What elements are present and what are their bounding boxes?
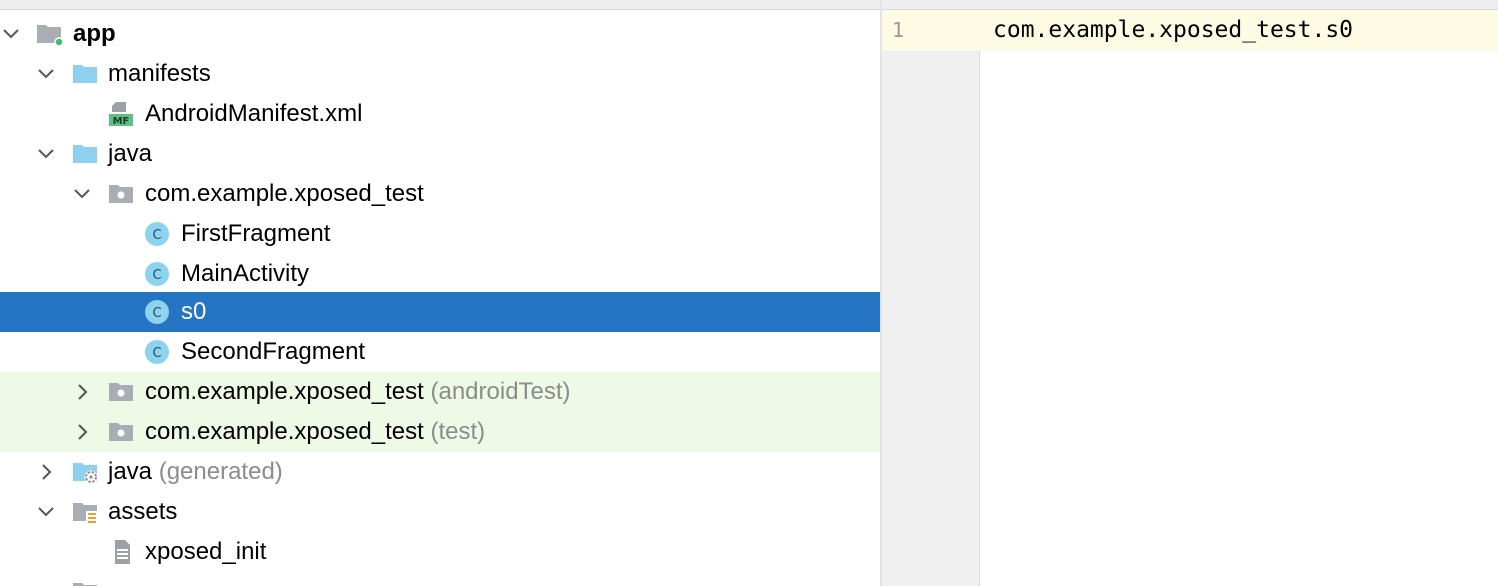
editor-gutter (882, 10, 980, 586)
project-tree[interactable]: app manifests MF AndroidManifest.xml jav… (0, 10, 880, 586)
chevron-right-icon[interactable] (33, 452, 59, 492)
tree-row-s0[interactable]: C s0 (0, 292, 880, 332)
svg-text:C: C (152, 268, 161, 283)
tree-row-package-androidtest[interactable]: com.example.xposed_test (androidTest) (0, 372, 880, 412)
tree-row-package-main[interactable]: com.example.xposed_test (0, 174, 880, 214)
chevron-down-icon[interactable] (33, 54, 59, 94)
tree-row-package-test[interactable]: com.example.xposed_test (test) (0, 412, 880, 452)
chevron-down-icon[interactable] (0, 14, 24, 54)
class-icon: C (144, 339, 170, 365)
tree-row-xposed-init[interactable]: xposed_init (0, 532, 880, 572)
line-number: 1 (892, 18, 905, 42)
chevron-down-icon[interactable] (33, 134, 59, 174)
tree-row-label: com.example.xposed_test (145, 180, 424, 207)
class-icon: C (144, 261, 170, 287)
tree-row-label: manifests (108, 60, 211, 87)
svg-text:MF: MF (113, 116, 130, 127)
tree-row-java[interactable]: java (0, 134, 880, 174)
tree-row-java-generated[interactable]: java (generated) (0, 452, 880, 492)
package-icon (108, 379, 134, 405)
top-toolbar-strip (0, 0, 1498, 10)
tree-row-manifests[interactable]: manifests (0, 54, 880, 94)
tree-row-label: s0 (181, 298, 207, 325)
chevron-right-icon[interactable] (69, 412, 95, 452)
package-icon (108, 419, 134, 445)
tree-row-label: xposed_init (145, 538, 267, 565)
tree-row-label: AndroidManifest.xml (145, 100, 363, 127)
chevron-down-icon[interactable] (33, 572, 59, 586)
tree-row-label: assets (108, 498, 178, 525)
package-icon (108, 181, 134, 207)
tree-row-label: java (108, 140, 153, 167)
text-file-icon (108, 539, 134, 565)
folder-icon (72, 61, 98, 87)
svg-text:C: C (152, 346, 161, 361)
tree-row-label: com.example.xposed_test (test) (145, 418, 486, 445)
svg-text:C: C (152, 306, 161, 321)
generated-folder-icon (72, 459, 98, 485)
tree-row-secondfragment[interactable]: C SecondFragment (0, 332, 880, 372)
class-icon: C (144, 299, 170, 325)
class-icon: C (144, 221, 170, 247)
module-folder-icon (36, 21, 64, 47)
tree-row-label: MainActivity (181, 260, 310, 287)
tree-row-label: com.example.xposed_test (androidTest) (145, 378, 571, 405)
tree-row-partial[interactable] (0, 572, 880, 586)
tree-row-androidmanifest[interactable]: MF AndroidManifest.xml (0, 94, 880, 134)
chevron-right-icon[interactable] (69, 372, 95, 412)
tree-row-app[interactable]: app (0, 14, 880, 54)
tree-row-assets[interactable]: assets (0, 492, 880, 532)
chevron-down-icon[interactable] (69, 174, 95, 214)
tree-row-firstfragment[interactable]: C FirstFragment (0, 214, 880, 254)
folder-icon (72, 579, 98, 586)
folder-icon (72, 141, 98, 167)
tree-row-mainactivity[interactable]: C MainActivity (0, 254, 880, 294)
tree-row-label: SecondFragment (181, 338, 366, 365)
manifest-file-icon: MF (108, 101, 134, 127)
chevron-down-icon[interactable] (33, 492, 59, 532)
tree-row-label: java (generated) (108, 458, 283, 485)
tree-row-label: FirstFragment (181, 220, 331, 247)
svg-text:C: C (152, 228, 161, 243)
assets-folder-icon (72, 499, 98, 525)
tree-row-label: app (73, 20, 116, 47)
editor-code-line[interactable]: com.example.xposed_test.s0 (993, 10, 1353, 51)
